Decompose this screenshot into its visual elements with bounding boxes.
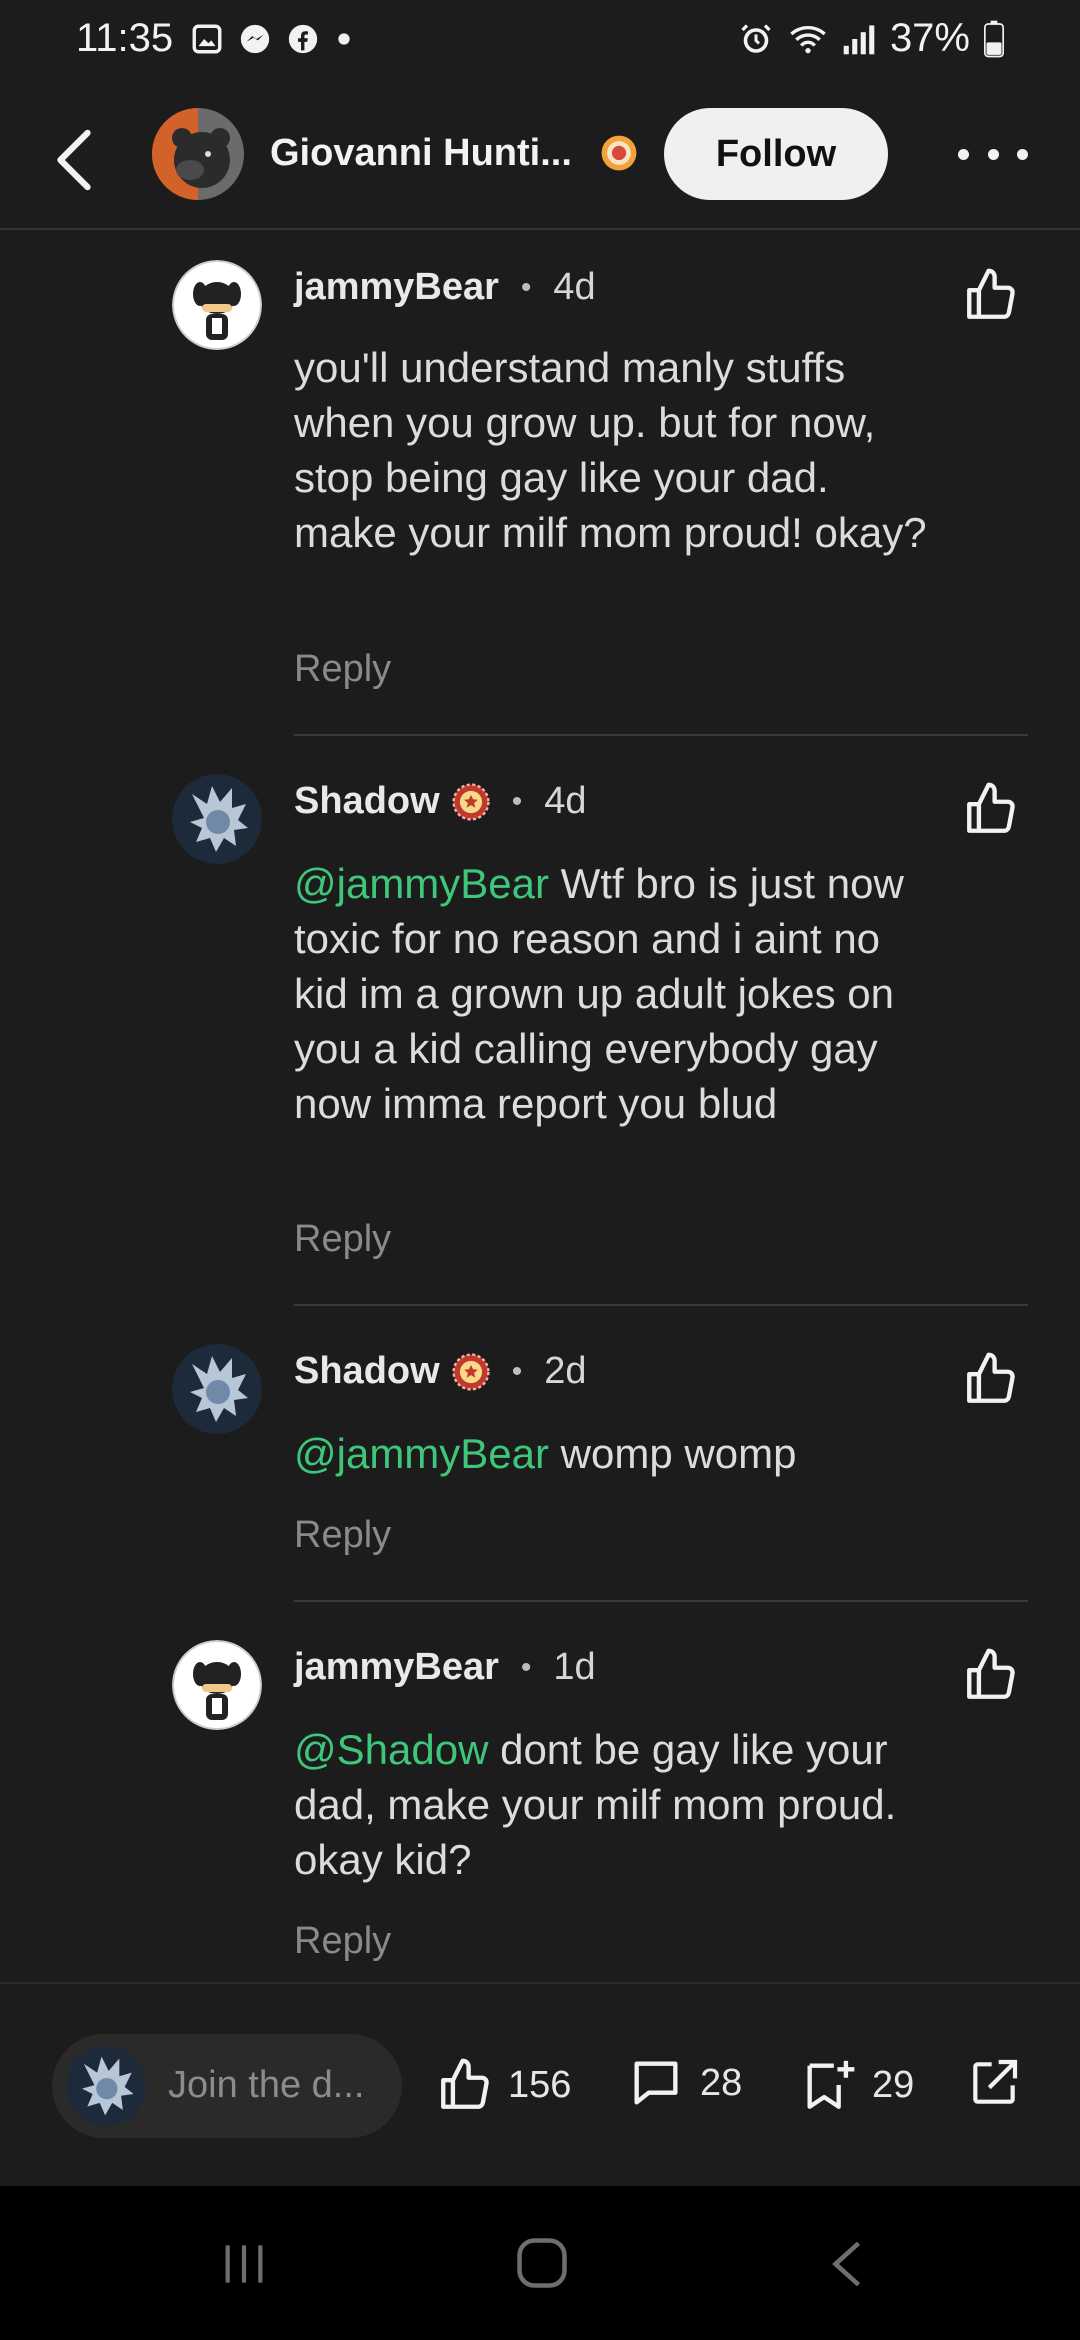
comment-like-button[interactable] xyxy=(962,1348,1020,1410)
messenger-icon xyxy=(240,24,270,54)
more-dot-icon xyxy=(987,148,999,160)
reply-button[interactable]: Reply xyxy=(294,1514,391,1557)
user-badge xyxy=(452,1352,490,1391)
divider xyxy=(294,1304,1028,1306)
comment-count: 28 xyxy=(700,2061,743,2104)
like-post-button[interactable]: 156 xyxy=(436,2054,571,2116)
comment-username[interactable]: jammyBear xyxy=(294,266,499,309)
author-name[interactable]: Giovanni Hunti... xyxy=(270,132,572,175)
comment-text: @Shadow dont be gay like your dad, make … xyxy=(294,1722,934,1887)
battery-icon xyxy=(984,20,1004,57)
save-button[interactable]: 29 xyxy=(800,2054,914,2116)
reply-button[interactable]: Reply xyxy=(294,1920,391,1963)
thumbs-up-icon xyxy=(967,1352,1015,1403)
more-options-button[interactable] xyxy=(958,134,1028,174)
my-avatar xyxy=(66,2046,146,2126)
separator-dot: • xyxy=(511,784,523,818)
badge-icon xyxy=(601,135,637,171)
facebook-icon xyxy=(288,24,318,54)
thumbs-up-icon xyxy=(967,782,1015,833)
alarm-icon xyxy=(741,23,771,53)
more-dot-icon xyxy=(1017,148,1028,160)
gallery-icon xyxy=(192,24,222,54)
comment-age: 4d xyxy=(544,780,587,822)
comment-username[interactable]: Shadow xyxy=(294,780,440,823)
comment-text: you'll understand manly stuffs when you … xyxy=(294,340,934,560)
comment-meta: Shadow • 2d xyxy=(294,1350,586,1393)
bear-avatar-icon xyxy=(152,108,244,200)
status-bar: 11:35 37% xyxy=(0,0,1080,84)
thumbs-up-icon xyxy=(967,1648,1015,1699)
back-button[interactable] xyxy=(54,120,114,200)
like-count: 156 xyxy=(508,2063,572,2106)
comments-button[interactable]: 28 xyxy=(626,2054,742,2112)
reply-button[interactable]: Reply xyxy=(294,1218,391,1261)
comment-username[interactable]: jammyBear xyxy=(294,1646,499,1689)
save-count: 29 xyxy=(872,2063,915,2106)
shadow-avatar-icon xyxy=(172,1344,262,1434)
author-avatar[interactable] xyxy=(152,108,244,200)
separator-dot: • xyxy=(520,1650,532,1684)
thumbs-up-icon xyxy=(967,268,1015,319)
share-button[interactable] xyxy=(966,2054,1022,2112)
thumbs-up-icon xyxy=(441,2058,489,2109)
comment-like-button[interactable] xyxy=(962,1644,1020,1706)
comment-username[interactable]: Shadow xyxy=(294,1350,440,1393)
join-placeholder: Join the d... xyxy=(168,2064,365,2106)
recent-apps-icon[interactable] xyxy=(216,2236,272,2292)
comment-body: womp womp xyxy=(549,1430,797,1477)
commenter-avatar[interactable] xyxy=(172,1640,262,1730)
follow-button[interactable]: Follow xyxy=(664,108,888,200)
signal-icon xyxy=(843,24,875,54)
comment-age: 2d xyxy=(544,1350,587,1392)
more-dot-icon xyxy=(958,148,969,160)
commenter-avatar[interactable] xyxy=(172,260,262,350)
back-nav-icon[interactable] xyxy=(824,2236,870,2292)
divider xyxy=(294,1600,1028,1602)
home-icon[interactable] xyxy=(512,2232,572,2294)
comment-age: 1d xyxy=(553,1646,596,1688)
comment-age: 4d xyxy=(553,266,596,308)
status-right: 37% xyxy=(738,16,1004,61)
user-badge xyxy=(452,782,490,821)
dog-avatar-icon xyxy=(172,260,262,350)
reply-button[interactable]: Reply xyxy=(294,648,391,691)
shadow-avatar-icon xyxy=(172,774,262,864)
back-arrow-icon xyxy=(57,129,91,191)
comment-like-button[interactable] xyxy=(962,264,1020,326)
comment-body: you'll understand manly stuffs when you … xyxy=(294,344,927,556)
wifi-icon xyxy=(790,25,826,53)
commenter-avatar[interactable] xyxy=(172,774,262,864)
post-header: Giovanni Hunti... Follow xyxy=(0,84,1080,230)
commenter-avatar[interactable] xyxy=(172,1344,262,1434)
author-badge xyxy=(600,134,638,177)
bookmark-add-icon xyxy=(807,2060,855,2109)
comment-meta: Shadow • 4d xyxy=(294,780,586,823)
screen: 11:35 37% Giovanni Hunti... Follow jammy… xyxy=(0,0,1080,2340)
comment-bubble-icon xyxy=(634,2061,678,2105)
comment-meta: jammyBear • 1d xyxy=(294,1646,596,1689)
share-icon xyxy=(973,2059,1018,2104)
comment-meta: jammyBear • 4d xyxy=(294,266,596,309)
comment-mention[interactable]: @Shadow xyxy=(294,1726,488,1773)
status-time: 11:35 xyxy=(76,16,174,60)
star-badge-icon xyxy=(452,1352,490,1391)
separator-dot: • xyxy=(511,1354,523,1388)
comment-like-button[interactable] xyxy=(962,778,1020,840)
battery-percent: 37% xyxy=(889,16,970,60)
notification-icons xyxy=(190,22,354,56)
post-action-bar: Join the d... 156 28 29 xyxy=(0,1982,1080,2186)
shadow-avatar-icon xyxy=(66,2046,146,2126)
join-discussion-input[interactable]: Join the d... xyxy=(52,2034,402,2138)
dog-avatar-icon xyxy=(172,1640,262,1730)
comment-text: @jammyBear womp womp xyxy=(294,1426,934,1481)
star-badge-icon xyxy=(452,782,490,821)
system-nav-bar xyxy=(0,2186,1080,2340)
separator-dot: • xyxy=(520,270,532,304)
comment-mention[interactable]: @jammyBear xyxy=(294,860,549,907)
dot-icon xyxy=(338,33,350,45)
divider xyxy=(294,734,1028,736)
comment-text: @jammyBear Wtf bro is just now toxic for… xyxy=(294,856,934,1131)
comment-mention[interactable]: @jammyBear xyxy=(294,1430,549,1477)
